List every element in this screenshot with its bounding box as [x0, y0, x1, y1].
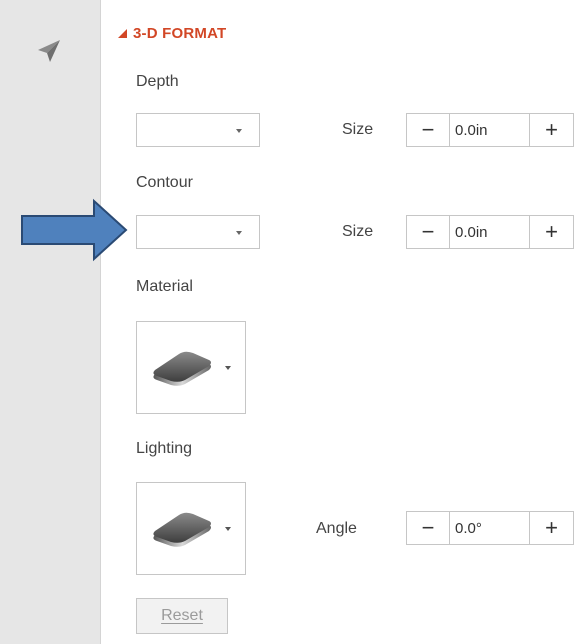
- depth-size-value[interactable]: 0.0in: [449, 114, 530, 146]
- lighting-gallery[interactable]: [136, 482, 246, 575]
- paper-plane-icon[interactable]: [36, 38, 62, 64]
- depth-size-label: Size: [342, 121, 374, 138]
- increment-button[interactable]: +: [530, 512, 573, 544]
- contour-label: Contour: [136, 174, 193, 191]
- material-preview-icon: [153, 351, 211, 386]
- lighting-preview-icon: [153, 512, 211, 547]
- decrement-button[interactable]: −: [407, 512, 449, 544]
- material-gallery[interactable]: [136, 321, 246, 414]
- side-rail: [0, 0, 100, 644]
- contour-size-value[interactable]: 0.0in: [449, 216, 530, 248]
- rail-divider: [100, 0, 101, 644]
- reset-label: Reset: [161, 607, 203, 624]
- angle-label: Angle: [316, 520, 357, 537]
- angle-stepper[interactable]: − 0.0° +: [406, 511, 574, 545]
- increment-button[interactable]: +: [530, 216, 573, 248]
- depth-color-dropdown[interactable]: [136, 113, 260, 147]
- collapse-triangle-icon: [118, 28, 127, 38]
- decrement-button[interactable]: −: [407, 114, 449, 146]
- contour-size-stepper[interactable]: − 0.0in +: [406, 215, 574, 249]
- increment-button[interactable]: +: [530, 114, 573, 146]
- depth-size-stepper[interactable]: − 0.0in +: [406, 113, 574, 147]
- lighting-label: Lighting: [136, 440, 193, 457]
- decrement-button[interactable]: −: [407, 216, 449, 248]
- chevron-down-icon: [236, 129, 242, 133]
- material-label: Material: [136, 278, 193, 295]
- contour-color-dropdown[interactable]: [136, 215, 260, 249]
- contour-size-label: Size: [342, 223, 374, 240]
- section-header-3d-format[interactable]: 3-D FORMAT: [118, 22, 226, 44]
- chevron-down-icon: [225, 526, 231, 531]
- depth-label: Depth: [136, 73, 179, 90]
- chevron-down-icon: [225, 365, 231, 370]
- section-title: 3-D FORMAT: [133, 24, 227, 42]
- angle-value[interactable]: 0.0°: [449, 512, 530, 544]
- blue-arrow-annotation: [21, 198, 128, 262]
- chevron-down-icon: [236, 231, 242, 235]
- reset-button[interactable]: Reset: [136, 598, 228, 634]
